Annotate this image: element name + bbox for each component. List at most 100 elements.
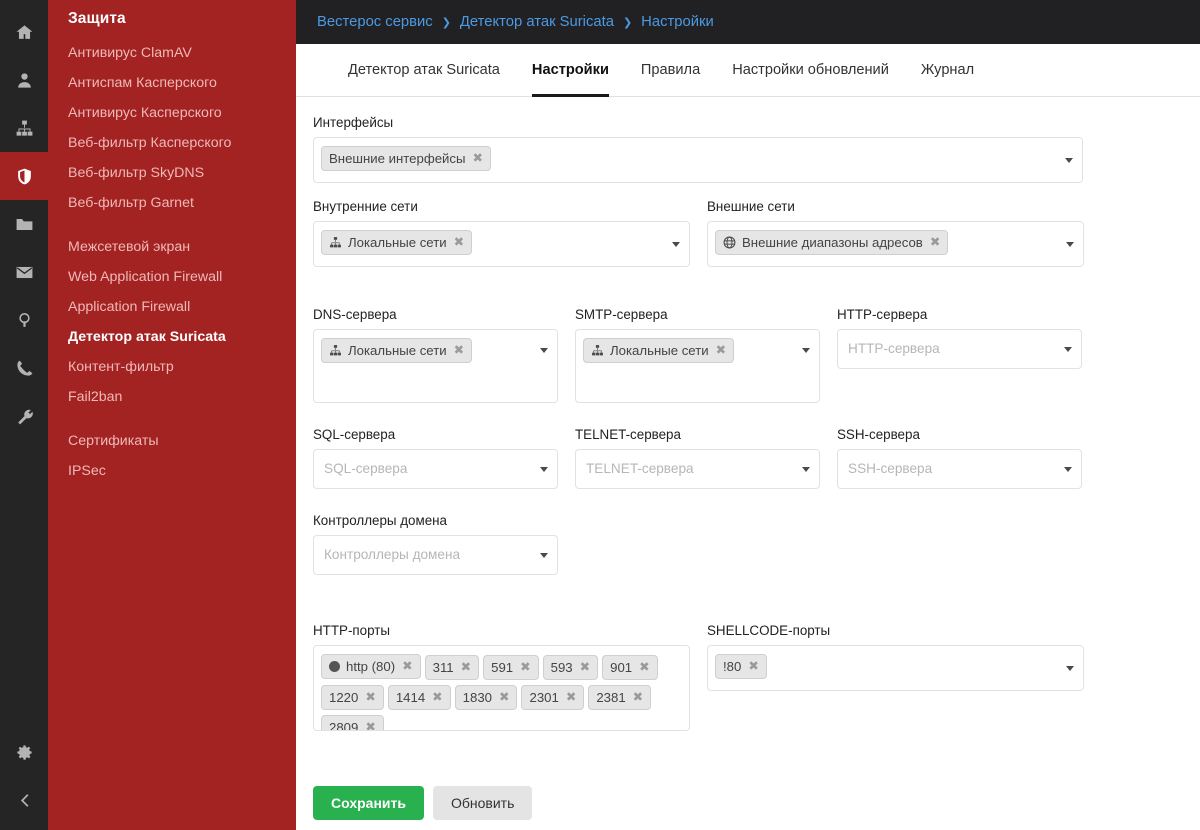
ssh-servers-select[interactable]: SSH-сервера — [837, 449, 1082, 489]
remove-tag-icon[interactable]: ✖ — [365, 689, 375, 706]
sidebar-item-6[interactable]: Межсетевой экран — [48, 232, 296, 262]
remove-tag-icon[interactable]: ✖ — [454, 234, 464, 251]
network-tree-icon[interactable] — [0, 104, 48, 152]
folder-icon[interactable] — [0, 200, 48, 248]
field-sql-servers: SQL-сервера SQL-сервера — [313, 427, 558, 489]
sidebar-item-9[interactable]: Детектор атак Suricata — [48, 322, 296, 352]
shellcode-ports-select[interactable]: !80 ✖ — [707, 645, 1084, 691]
mail-icon[interactable] — [0, 248, 48, 296]
remove-tag-icon[interactable]: ✖ — [930, 234, 940, 251]
sql-servers-select[interactable]: SQL-сервера — [313, 449, 558, 489]
remove-tag-icon[interactable]: ✖ — [639, 659, 649, 676]
chevron-down-icon[interactable] — [1064, 467, 1072, 472]
smtp-servers-select[interactable]: Локальные сети ✖ — [575, 329, 820, 403]
remove-tag-icon[interactable]: ✖ — [461, 659, 471, 676]
save-button[interactable]: Сохранить — [313, 786, 424, 820]
http-servers-select[interactable]: HTTP-сервера — [837, 329, 1082, 369]
label-domain-controllers: Контроллеры домена — [313, 513, 447, 528]
sidebar-item-4[interactable]: Веб-фильтр SkyDNS — [48, 158, 296, 188]
wrench-icon[interactable] — [0, 392, 48, 440]
http-ports-select[interactable]: http (80) ✖ 311 ✖ 591 ✖ 593 ✖ 901 ✖ 1220 ✖ 1414 ✖ 1830… — [313, 645, 690, 731]
tag-item[interactable]: Локальные сети ✖ — [583, 338, 735, 363]
tag-item[interactable]: 2809 ✖ — [321, 715, 384, 730]
tab-0[interactable]: Детектор атак Suricata — [332, 44, 516, 96]
sidebar-item-12[interactable]: Сертификаты — [48, 426, 296, 456]
remove-tag-icon[interactable]: ✖ — [432, 689, 442, 706]
interfaces-select[interactable]: Внешние интерфейсы ✖ — [313, 137, 1083, 183]
label-telnet-servers: TELNET-сервера — [575, 427, 681, 442]
telnet-servers-select[interactable]: TELNET-сервера — [575, 449, 820, 489]
ssh-servers-placeholder: SSH-сервера — [848, 461, 933, 476]
tag-label: !80 — [723, 659, 742, 674]
sidebar-item-2[interactable]: Антивирус Касперского — [48, 98, 296, 128]
chevron-down-icon[interactable] — [1064, 347, 1072, 352]
remove-tag-icon[interactable]: ✖ — [748, 658, 758, 675]
sidebar-item-11[interactable]: Fail2ban — [48, 382, 296, 412]
tag-item[interactable]: 901 ✖ — [602, 655, 658, 680]
refresh-button[interactable]: Обновить — [432, 786, 533, 820]
sidebar-item-13[interactable]: IPSec — [48, 456, 296, 486]
lightbulb-icon[interactable] — [0, 296, 48, 344]
tag-label: 2381 — [596, 690, 626, 705]
sidebar-item-3[interactable]: Веб-фильтр Касперского — [48, 128, 296, 158]
domain-controllers-select[interactable]: Контроллеры домена — [313, 535, 558, 575]
external-networks-select[interactable]: Внешние диапазоны адресов ✖ — [707, 221, 1084, 267]
sidebar-item-1[interactable]: Антиспам Касперского — [48, 68, 296, 98]
tab-2[interactable]: Правила — [625, 44, 716, 96]
tab-1[interactable]: Настройки — [516, 44, 625, 97]
tag-item[interactable]: 591 ✖ — [483, 655, 539, 680]
remove-tag-icon[interactable]: ✖ — [566, 689, 576, 706]
sidebar-item-5[interactable]: Веб-фильтр Garnet — [48, 188, 296, 218]
remove-tag-icon[interactable]: ✖ — [365, 719, 375, 730]
remove-tag-icon[interactable]: ✖ — [520, 659, 530, 676]
tag-item[interactable]: !80 ✖ — [715, 654, 767, 679]
collapse-left-icon[interactable] — [0, 776, 48, 824]
remove-tag-icon[interactable]: ✖ — [716, 342, 726, 359]
breadcrumb-item-2[interactable]: Настройки — [641, 14, 714, 30]
chevron-down-icon[interactable] — [540, 553, 548, 558]
sidebar-item-8[interactable]: Application Firewall — [48, 292, 296, 322]
chevron-down-icon[interactable] — [1066, 666, 1074, 671]
internal-networks-select[interactable]: Локальные сети ✖ — [313, 221, 690, 267]
tag-item[interactable]: 1414 ✖ — [387, 685, 451, 710]
home-icon[interactable] — [0, 8, 48, 56]
remove-tag-icon[interactable]: ✖ — [499, 689, 509, 706]
user-icon[interactable] — [0, 56, 48, 104]
tag-item[interactable]: Локальные сети ✖ — [321, 338, 473, 363]
tag-item[interactable]: 311 ✖ — [424, 655, 480, 680]
remove-tag-icon[interactable]: ✖ — [402, 658, 412, 675]
tag-item[interactable]: 2381 ✖ — [588, 685, 652, 710]
sidebar-item-0[interactable]: Антивирус ClamAV — [48, 38, 296, 68]
chevron-down-icon[interactable] — [540, 348, 548, 353]
chevron-down-icon[interactable] — [672, 242, 680, 247]
tag-item[interactable]: 1830 ✖ — [454, 685, 518, 710]
remove-tag-icon[interactable]: ✖ — [454, 342, 464, 359]
chevron-down-icon[interactable] — [540, 467, 548, 472]
ports-row: HTTP-порты http (80) ✖ 311 ✖ 591 ✖ 593 ✖ 901 ✖ 122… — [313, 623, 1200, 731]
sidebar-item-7[interactable]: Web Application Firewall — [48, 262, 296, 292]
tag-item[interactable]: Локальные сети ✖ — [321, 230, 473, 255]
breadcrumb-item-1[interactable]: Детектор атак Suricata — [460, 14, 614, 30]
tag-item[interactable]: Внешние интерфейсы ✖ — [321, 146, 491, 171]
chevron-down-icon[interactable] — [1066, 242, 1074, 247]
chevron-down-icon[interactable] — [802, 467, 810, 472]
phone-icon[interactable] — [0, 344, 48, 392]
tab-3[interactable]: Настройки обновлений — [716, 44, 905, 96]
tag-item[interactable]: 1220 ✖ — [321, 685, 384, 710]
dns-servers-select[interactable]: Локальные сети ✖ — [313, 329, 558, 403]
tag-item[interactable]: Внешние диапазоны адресов ✖ — [715, 230, 949, 255]
remove-tag-icon[interactable]: ✖ — [472, 150, 482, 167]
chevron-down-icon[interactable] — [1065, 158, 1073, 163]
sidebar-item-10[interactable]: Контент-фильтр — [48, 352, 296, 382]
tag-item[interactable]: 2301 ✖ — [521, 685, 585, 710]
tag-item[interactable]: 593 ✖ — [542, 655, 599, 680]
remove-tag-icon[interactable]: ✖ — [580, 659, 590, 676]
tag-item[interactable]: http (80) ✖ — [321, 654, 421, 679]
remove-tag-icon[interactable]: ✖ — [633, 689, 643, 706]
tab-4[interactable]: Журнал — [905, 44, 990, 96]
chevron-down-icon[interactable] — [802, 348, 810, 353]
gear-icon[interactable] — [0, 728, 48, 776]
sidebar-divider — [48, 412, 296, 426]
breadcrumb-item-0[interactable]: Вестерос сервис — [317, 14, 433, 30]
shield-icon[interactable] — [0, 152, 48, 200]
